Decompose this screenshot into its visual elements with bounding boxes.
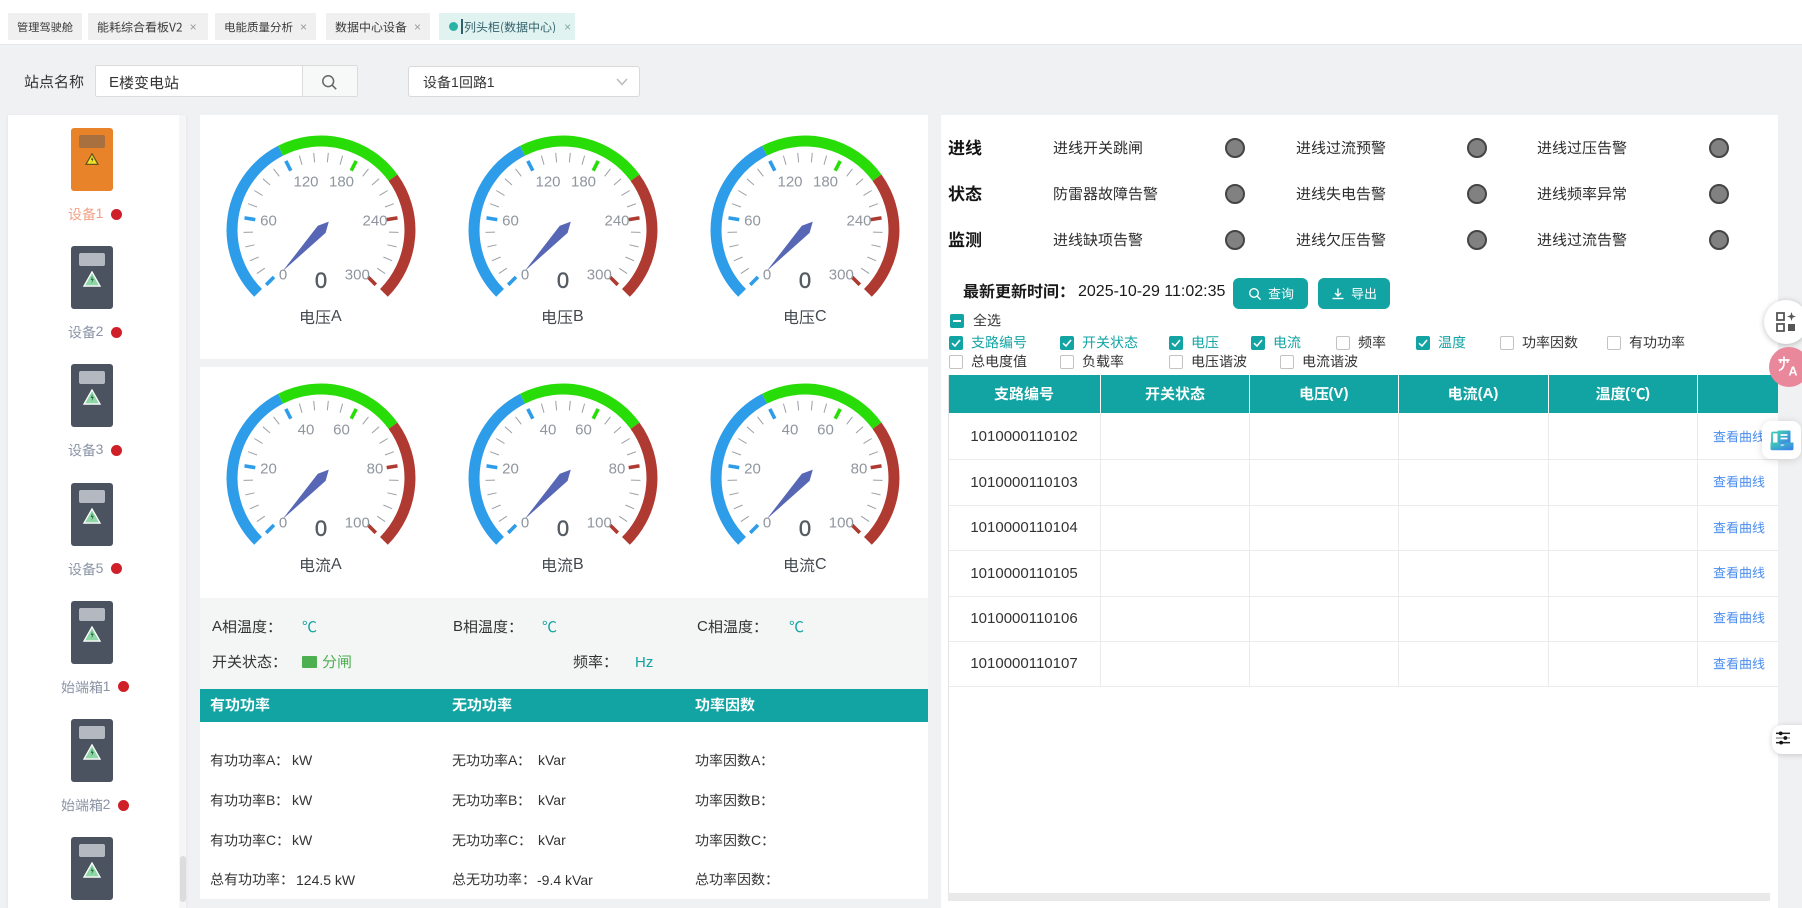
svg-text:120: 120: [777, 174, 802, 191]
svg-text:180: 180: [571, 174, 596, 191]
svg-text:60: 60: [575, 422, 592, 439]
svg-text:60: 60: [260, 213, 277, 230]
svg-text:20: 20: [744, 461, 761, 478]
svg-text:0: 0: [279, 267, 287, 284]
svg-text:240: 240: [604, 213, 629, 230]
svg-text:240: 240: [846, 213, 871, 230]
svg-text:40: 40: [540, 422, 557, 439]
svg-text:60: 60: [817, 422, 834, 439]
svg-text:100: 100: [345, 515, 370, 532]
svg-text:40: 40: [782, 422, 799, 439]
svg-text:240: 240: [362, 213, 387, 230]
svg-text:20: 20: [502, 461, 519, 478]
svg-text:80: 80: [609, 461, 626, 478]
svg-text:40: 40: [298, 422, 315, 439]
svg-text:300: 300: [587, 267, 612, 284]
svg-text:120: 120: [293, 174, 318, 191]
svg-text:100: 100: [829, 515, 854, 532]
svg-text:0: 0: [763, 515, 771, 532]
svg-text:A: A: [1789, 365, 1798, 379]
svg-text:0: 0: [279, 515, 287, 532]
svg-text:60: 60: [502, 213, 519, 230]
svg-text:0: 0: [521, 515, 529, 532]
svg-text:0: 0: [521, 267, 529, 284]
svg-text:180: 180: [329, 174, 354, 191]
svg-text:120: 120: [535, 174, 560, 191]
svg-text:80: 80: [851, 461, 868, 478]
svg-text:100: 100: [587, 515, 612, 532]
svg-text:0: 0: [763, 267, 771, 284]
svg-text:60: 60: [333, 422, 350, 439]
svg-text:300: 300: [345, 267, 370, 284]
svg-text:180: 180: [813, 174, 838, 191]
svg-text:60: 60: [744, 213, 761, 230]
svg-text:80: 80: [367, 461, 384, 478]
svg-text:20: 20: [260, 461, 277, 478]
svg-text:300: 300: [829, 267, 854, 284]
